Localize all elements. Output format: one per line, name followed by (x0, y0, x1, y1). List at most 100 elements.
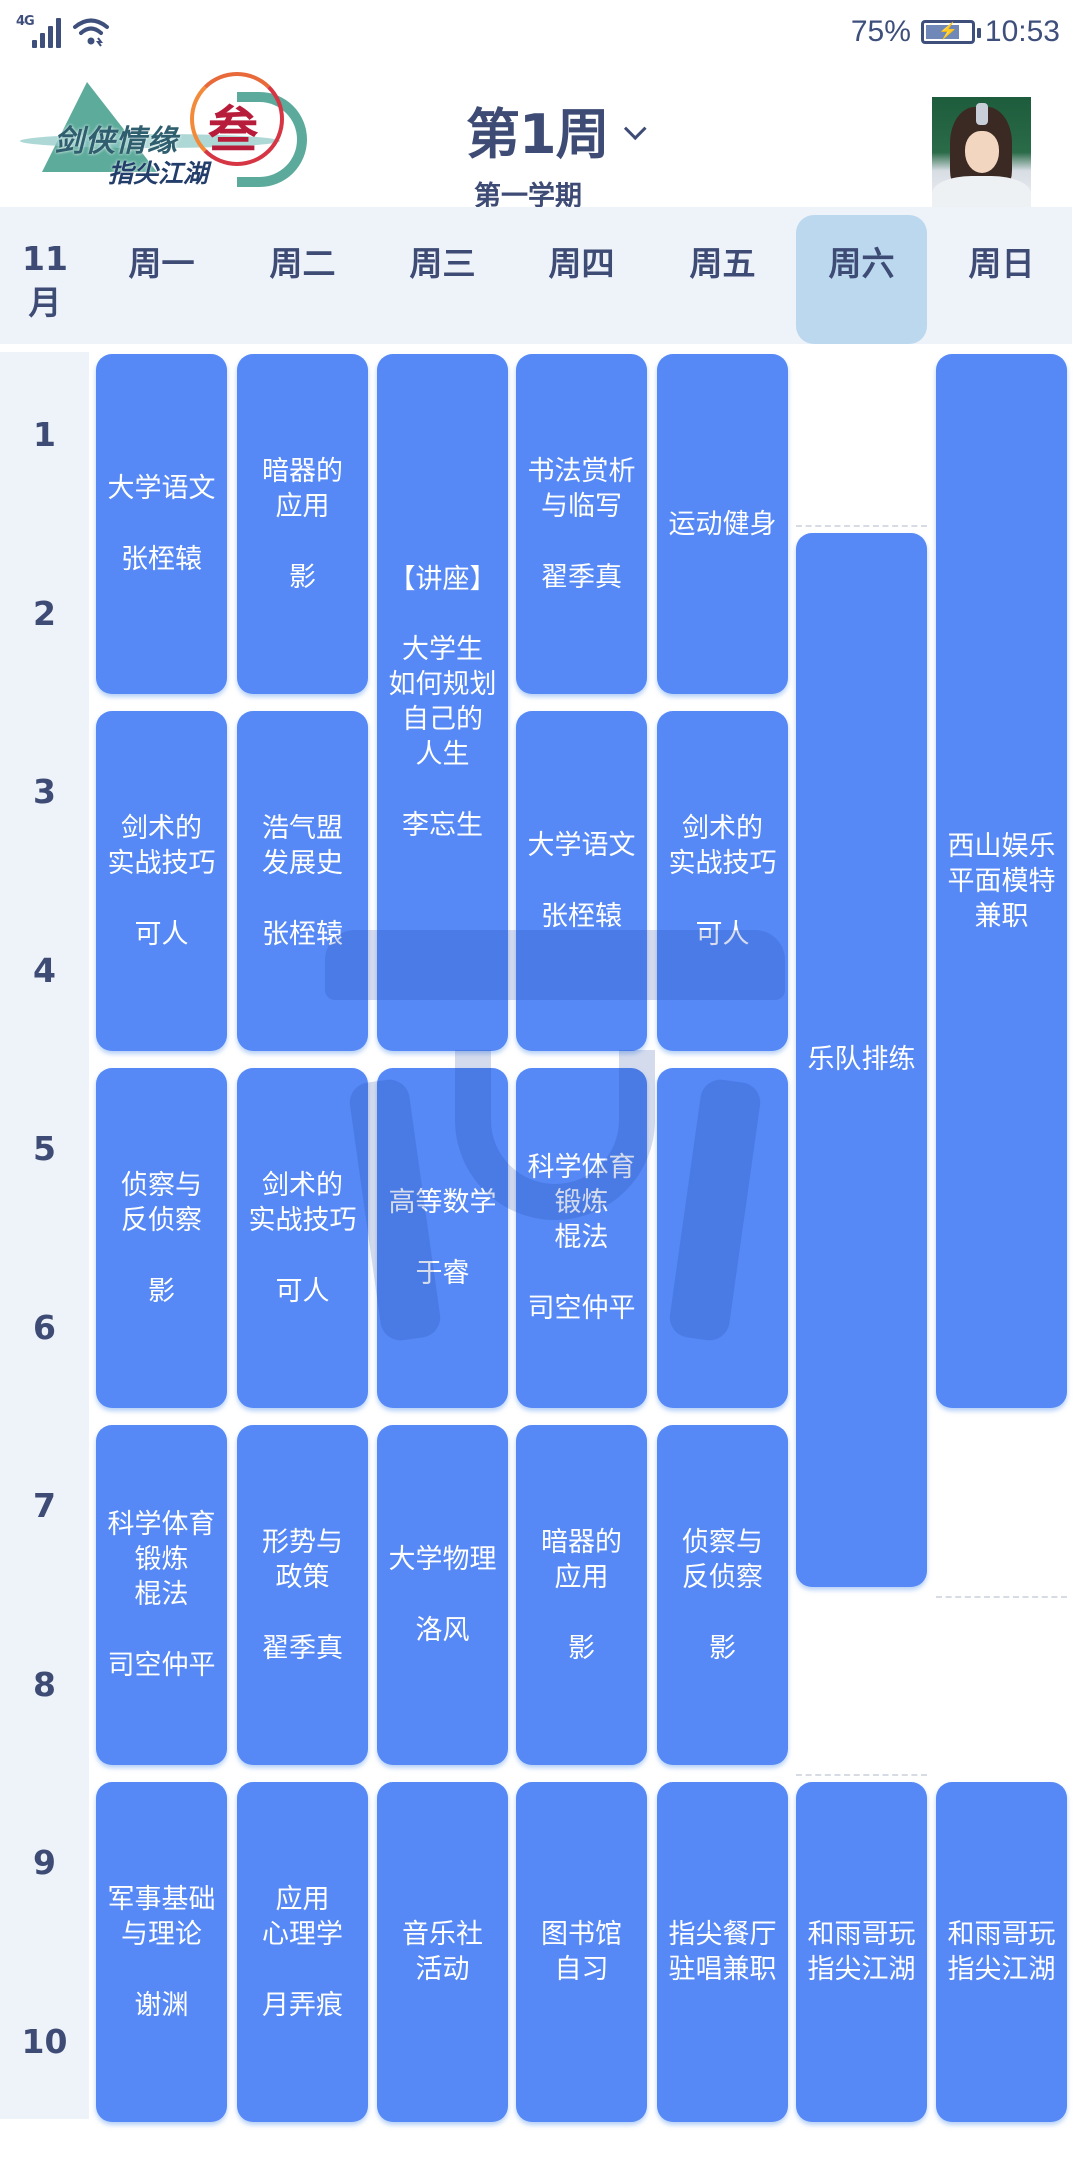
course-teacher: 于睿 (415, 1258, 470, 1289)
course-teacher: 影 (709, 1632, 736, 1664)
course-block[interactable]: 指尖餐厅 驻唱兼职 (657, 1782, 788, 2122)
course-teacher: 洛风 (415, 1615, 470, 1646)
period-number: 5 (33, 1129, 56, 1169)
course-teacher: 影 (289, 561, 316, 593)
day-header-2: 周二 (269, 244, 336, 283)
week-header-row: 11 月 周一 周二 周三 周四 周五 周六 周日 (0, 207, 1072, 344)
course-block[interactable]: 形势与 政策 翟季真 (237, 1425, 368, 1765)
course-block[interactable]: 剑术的 实战技巧可人 (237, 1068, 368, 1408)
day-header-6: 周六 (796, 215, 927, 344)
chevron-down-icon[interactable] (623, 116, 647, 140)
course-name: 暗器的 应用 (541, 1526, 622, 1593)
course-block[interactable]: 音乐社 活动 (377, 1782, 508, 2122)
course-teacher: 可人 (695, 918, 750, 950)
course-name: 指尖餐厅 驻唱兼职 (668, 1919, 777, 1985)
day-header-7: 周日 (968, 244, 1035, 283)
course-name: 【讲座】 大学生 如何规划 自己的 人生 (388, 564, 497, 770)
logo-subtitle: 指尖江湖 (108, 159, 209, 188)
empty-slot-divider (936, 1595, 1067, 1598)
battery-charging-icon: ⚡ (920, 20, 981, 44)
course-name: 高等数学 (388, 1187, 497, 1218)
period-number: 10 (21, 2021, 68, 2061)
course-teacher: 月弄痕 (262, 1989, 343, 2021)
status-bar: 4G 75% ⚡ 10:53 (0, 0, 1086, 62)
battery-percent: 75% (850, 15, 911, 48)
course-block[interactable]: 暗器的 应用影 (516, 1425, 647, 1765)
course-name: 剑术的 实战技巧 (248, 1169, 357, 1236)
course-block[interactable]: 科学体育 锻炼 棍法 司空仲平 (516, 1068, 647, 1408)
course-name: 大学物理 (388, 1544, 497, 1575)
course-name: 军事基础 与理论 (107, 1883, 216, 1950)
course-teacher: 李忘生 (402, 810, 483, 841)
course-name: 和雨哥玩 指尖江湖 (947, 1919, 1056, 1985)
course-block[interactable]: 浩气盟 发展史 张桎辕 (237, 711, 368, 1051)
course-name: 剑术的 实战技巧 (668, 812, 777, 879)
course-block[interactable]: 大学语文 张桎辕 (96, 354, 227, 694)
empty-slot-divider (796, 524, 927, 527)
period-number: 8 (33, 1664, 56, 1704)
course-name: 侦察与 反侦察 (121, 1169, 202, 1236)
day-header-5: 周五 (689, 244, 756, 283)
course-block[interactable] (657, 1068, 788, 1408)
course-block[interactable]: 侦察与 反侦察影 (96, 1068, 227, 1408)
course-name: 应用 心理学 (262, 1883, 343, 1950)
course-block[interactable]: 和雨哥玩 指尖江湖 (936, 1782, 1067, 2122)
course-block[interactable]: 军事基础 与理论谢渊 (96, 1782, 227, 2122)
month-unit: 月 (28, 283, 62, 322)
app-header: 叁 剑侠情缘 指尖江湖 第1周 第一学期 (0, 62, 1086, 220)
period-number: 3 (33, 772, 56, 812)
course-name: 暗器的 应用 (262, 455, 343, 522)
wifi-icon (73, 18, 109, 47)
course-name: 科学体育 锻炼 棍法 (107, 1509, 216, 1610)
course-teacher: 影 (568, 1632, 595, 1664)
month-number: 11 (22, 239, 68, 278)
course-block[interactable]: 【讲座】 大学生 如何规划 自己的 人生李忘生 (377, 354, 508, 1051)
signal-icon (32, 16, 64, 48)
avatar-face (965, 131, 999, 173)
course-name: 形势与 政策 (262, 1526, 343, 1593)
period-number: 6 (33, 1307, 56, 1347)
course-name: 大学语文 (107, 473, 216, 504)
course-name: 科学体育 锻炼 棍法 (527, 1152, 636, 1253)
course-teacher: 张桎辕 (541, 901, 622, 932)
course-teacher: 影 (148, 1275, 175, 1307)
week-label: 第1周 (466, 103, 610, 166)
period-number: 4 (33, 950, 56, 990)
course-teacher: 谢渊 (134, 1989, 189, 2021)
empty-slot-divider (796, 1774, 927, 1776)
status-right: 75% ⚡ 10:53 (851, 10, 1060, 54)
course-name: 大学语文 (527, 830, 636, 861)
course-block[interactable]: 侦察与 反侦察影 (657, 1425, 788, 1765)
charging-bolt-icon: ⚡ (937, 23, 958, 40)
course-name: 书法赏析 与临写 (527, 455, 636, 522)
course-block[interactable]: 剑术的 实战技巧可人 (657, 711, 788, 1051)
logo-san: 叁 (208, 100, 258, 159)
day-header-1: 周一 (128, 244, 195, 283)
course-block[interactable]: 乐队排练 (796, 532, 927, 1587)
course-name: 剑术的 实战技巧 (107, 812, 216, 879)
course-teacher: 翟季真 (541, 561, 622, 593)
course-block[interactable]: 大学语文 张桎辕 (516, 711, 647, 1051)
course-name: 图书馆 自习 (541, 1919, 622, 1985)
course-block[interactable]: 科学体育 锻炼 棍法 司空仲平 (96, 1425, 227, 1765)
course-block[interactable]: 剑术的 实战技巧可人 (96, 711, 227, 1051)
course-block[interactable]: 高等数学 于睿 (377, 1068, 508, 1408)
week-selector[interactable]: 第1周 (466, 90, 647, 169)
course-block[interactable]: 应用 心理学 月弄痕 (237, 1782, 368, 2122)
course-name: 音乐社 活动 (402, 1919, 483, 1985)
course-block[interactable]: 运动健身 (657, 354, 788, 694)
avatar-crown (976, 103, 988, 125)
course-teacher: 可人 (134, 918, 189, 950)
course-block[interactable]: 和雨哥玩 指尖江湖 (796, 1782, 927, 2122)
course-block[interactable]: 大学物理 洛风 (377, 1425, 508, 1765)
course-block[interactable]: 西山娱乐 平面模特 兼职 (936, 354, 1067, 1408)
battery-nub (976, 28, 981, 38)
course-block[interactable]: 书法赏析 与临写翟季真 (516, 354, 647, 694)
course-block[interactable]: 暗器的 应用影 (237, 354, 368, 694)
course-name: 西山娱乐 平面模特 兼职 (947, 830, 1056, 932)
user-avatar[interactable] (932, 97, 1031, 220)
course-block[interactable]: 图书馆 自习 (516, 1782, 647, 2122)
period-number: 7 (33, 1486, 56, 1526)
course-name: 和雨哥玩 指尖江湖 (807, 1919, 916, 1985)
course-teacher: 可人 (275, 1275, 330, 1307)
